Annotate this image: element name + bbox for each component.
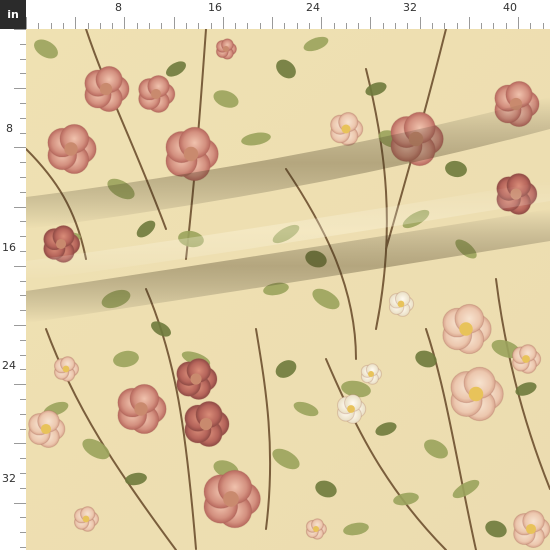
rose-center bbox=[150, 88, 162, 100]
ruler-tick bbox=[222, 17, 224, 29]
ruler-tick bbox=[14, 384, 26, 386]
ruler-tick bbox=[370, 17, 372, 29]
rose-center bbox=[368, 371, 374, 377]
ruler-tick bbox=[321, 17, 323, 29]
ruler-tick bbox=[518, 17, 519, 29]
ruler-tick bbox=[14, 502, 26, 504]
rose-center bbox=[99, 82, 113, 96]
rose-center bbox=[522, 355, 530, 363]
floral-fabric-swatch bbox=[26, 29, 550, 550]
ruler-tick bbox=[124, 17, 126, 29]
ruler-tick bbox=[14, 206, 26, 208]
ruler-left-label: 8 bbox=[6, 122, 13, 135]
rose-center bbox=[313, 526, 319, 532]
ruler-tick bbox=[272, 17, 273, 29]
rose-center bbox=[525, 523, 537, 535]
rose-center bbox=[341, 124, 351, 134]
ruler-top-label: 40 bbox=[503, 1, 517, 14]
ruler-tick bbox=[419, 17, 421, 29]
rose-center bbox=[223, 491, 239, 507]
ruler-left-label: 16 bbox=[2, 241, 16, 254]
rose-center bbox=[55, 238, 67, 250]
rose-center bbox=[62, 365, 70, 373]
ruler-tick bbox=[26, 17, 27, 29]
ruler-left-label: 32 bbox=[2, 472, 16, 485]
top-ruler: 8 16 24 32 40 bbox=[26, 0, 550, 30]
ruler-tick bbox=[14, 88, 26, 90]
rose-center bbox=[199, 417, 213, 431]
ruler-tick bbox=[75, 17, 77, 29]
rose-center bbox=[223, 46, 229, 52]
ruler-tick bbox=[14, 265, 26, 267]
ruler-tick bbox=[173, 17, 175, 29]
ruler-tick bbox=[14, 325, 26, 326]
rose-center bbox=[190, 373, 202, 385]
ruler-tick bbox=[14, 147, 26, 149]
rose-center bbox=[183, 146, 199, 162]
fabric-preview: in 8 16 24 32 40 8 16 24 32 bbox=[0, 0, 550, 550]
rose-center bbox=[64, 142, 78, 156]
ruler-unit-label: in bbox=[0, 0, 26, 29]
ruler-left-label: 24 bbox=[2, 359, 16, 372]
rose-center bbox=[397, 300, 405, 308]
ruler-tick bbox=[14, 443, 26, 445]
ruler-tick bbox=[14, 29, 26, 30]
ruler-top-label: 8 bbox=[115, 1, 122, 14]
rose-center bbox=[459, 322, 473, 336]
rose-center bbox=[468, 386, 484, 402]
left-ruler: 8 16 24 32 bbox=[0, 29, 27, 550]
ruler-top-label: 16 bbox=[208, 1, 222, 14]
rose-center bbox=[347, 405, 355, 413]
ruler-tick bbox=[468, 17, 470, 29]
rose-center bbox=[82, 515, 90, 523]
ruler-top-label: 24 bbox=[306, 1, 320, 14]
rose-center bbox=[134, 402, 148, 416]
rose-center bbox=[40, 423, 52, 435]
ruler-top-label: 32 bbox=[403, 1, 417, 14]
